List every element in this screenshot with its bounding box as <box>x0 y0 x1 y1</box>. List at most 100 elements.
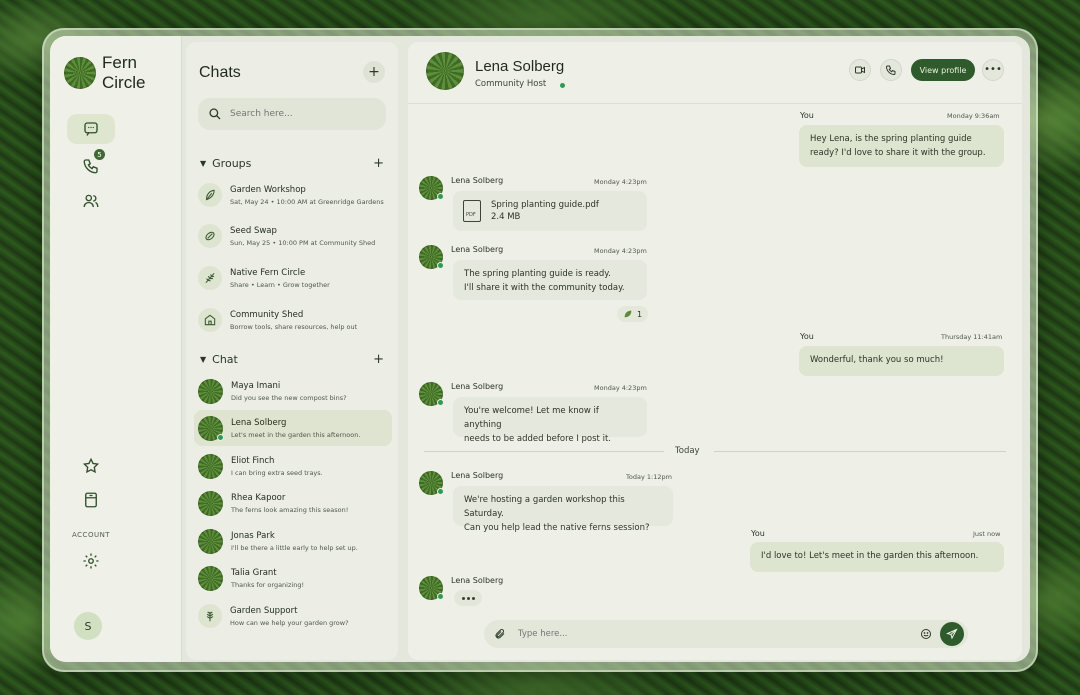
message-input[interactable] <box>518 629 898 639</box>
chat-item-jonas-park[interactable]: Jonas Park I'll be there a little early … <box>194 523 392 559</box>
message-time: Monday 4:23pm <box>594 178 647 186</box>
add-group-button[interactable]: + <box>373 156 384 171</box>
chat-item-talia-grant[interactable]: Talia Grant Thanks for organizing! <box>194 560 392 596</box>
message-time: Today 1:12pm <box>626 473 672 481</box>
leaf-icon <box>624 310 632 318</box>
chat-preview: How can we help your garden grow? <box>230 618 349 627</box>
file-size: 2.4 MB <box>491 212 521 222</box>
message-composer <box>484 620 968 648</box>
group-item-community-shed[interactable]: Community Shed Borrow tools, share resou… <box>194 302 392 338</box>
paperclip-icon[interactable] <box>494 628 506 640</box>
messages-nav-button[interactable] <box>67 114 115 144</box>
calls-nav-button[interactable]: 5 <box>67 149 115 181</box>
avatar <box>198 565 223 591</box>
group-item-native-fern-circle[interactable]: Native Fern Circle Share • Learn • Grow … <box>194 260 392 296</box>
voice-call-button[interactable] <box>880 59 902 81</box>
message-bubble-in: You're welcome! Let me know if anything … <box>453 397 647 444</box>
file-name: Spring planting guide.pdf <box>491 200 599 210</box>
video-call-button[interactable] <box>849 59 871 81</box>
file-attachment[interactable]: Spring planting guide.pdf 2.4 MB <box>453 191 647 231</box>
shed-icon <box>198 308 222 332</box>
online-indicator <box>560 83 565 88</box>
contact-role: Community Host <box>475 79 547 89</box>
message-bubble-out: Hey Lena, is the spring planting guide r… <box>799 125 1004 167</box>
app-window: Fern Circle 5 ACCOUNT S Chats + Search h… <box>50 36 1030 662</box>
message-bubble-in: We're hosting a garden workshop this Sat… <box>453 486 673 533</box>
reaction-count: 1 <box>637 309 643 319</box>
avatar <box>198 453 223 479</box>
archive-nav-button[interactable] <box>67 485 115 515</box>
chat-item-eliot-finch[interactable]: Eliot Finch I can bring extra seed trays… <box>194 448 392 484</box>
message-time: Monday 4:23pm <box>594 247 647 255</box>
chat-preview: I can bring extra seed trays. <box>231 468 323 477</box>
chat-name: Maya Imani <box>231 380 281 391</box>
group-subtitle: Sun, May 25 • 10:00 PM at Community Shed <box>230 238 376 247</box>
plus-icon: + <box>368 64 380 80</box>
message-time: Thursday 11:41am <box>941 333 1003 341</box>
message-bubble-in: The spring planting guide is ready. I'll… <box>453 260 647 300</box>
group-name: Seed Swap <box>230 225 277 236</box>
message-line: You're welcome! Let me know if anything <box>464 406 599 430</box>
reaction-chip[interactable]: 1 <box>617 306 649 322</box>
chat-section-header[interactable]: ▼ Chat + <box>200 352 384 367</box>
group-subtitle: Sat, May 24 • 10:00 AM at Greenridge Gar… <box>230 197 384 206</box>
send-icon <box>946 628 958 640</box>
sender-name: Lena Solberg <box>451 471 504 480</box>
new-chat-button[interactable]: + <box>363 61 385 83</box>
search-input[interactable] <box>230 109 370 119</box>
settings-nav-button[interactable] <box>67 546 115 576</box>
view-profile-button[interactable]: View profile <box>911 59 975 81</box>
avatar <box>198 415 224 441</box>
message-line: ready? I'd love to share it with the gro… <box>810 148 986 158</box>
contact-avatar <box>426 52 464 90</box>
avatar <box>198 490 223 516</box>
sprout-icon <box>198 266 222 290</box>
avatar <box>198 378 223 404</box>
sender-avatar <box>419 576 444 600</box>
fern-leaf-icon <box>198 604 222 628</box>
contacts-nav-button[interactable] <box>67 186 115 216</box>
favorites-nav-button[interactable] <box>67 451 115 481</box>
archive-icon <box>85 492 97 508</box>
day-separator: Today <box>424 446 1006 456</box>
caret-down-icon: ▼ <box>200 355 207 364</box>
group-item-seed-swap[interactable]: Seed Swap Sun, May 25 • 10:00 PM at Comm… <box>194 218 392 254</box>
message-line: Hey Lena, is the spring planting guide <box>810 134 972 144</box>
chat-name: Garden Support <box>230 605 298 616</box>
group-subtitle: Borrow tools, share resources, help out <box>230 322 358 331</box>
chat-item-rhea-kapoor[interactable]: Rhea Kapoor The ferns look amazing this … <box>194 485 392 521</box>
send-button[interactable] <box>940 622 964 646</box>
chat-name: Jonas Park <box>231 530 275 541</box>
conversation-header: Lena Solberg Community Host View profile… <box>408 42 1022 104</box>
online-indicator <box>217 433 224 441</box>
message-line: I'll share it with the community today. <box>464 283 625 293</box>
sender-avatar <box>419 382 444 406</box>
seed-icon <box>198 224 222 248</box>
message-line: The spring planting guide is ready. <box>464 269 611 279</box>
typing-indicator <box>454 590 482 606</box>
nav-rail: Fern Circle 5 ACCOUNT S <box>50 36 182 662</box>
sender-name: You <box>751 529 765 538</box>
group-item-garden-workshop[interactable]: Garden Workshop Sat, May 24 • 10:00 AM a… <box>194 177 392 213</box>
sender-name: You <box>800 111 814 120</box>
message-bubble-out: I'd love to! Let's meet in the garden th… <box>750 542 1004 572</box>
sender-name: Lena Solberg <box>451 245 504 254</box>
chat-item-maya-imani[interactable]: Maya Imani Did you see the new compost b… <box>194 373 392 409</box>
gear-icon <box>83 553 99 569</box>
chat-item-lena-solberg[interactable]: Lena Solberg Let's meet in the garden th… <box>194 410 392 446</box>
sender-name: Lena Solberg <box>451 576 504 585</box>
pdf-file-icon <box>463 200 481 222</box>
message-line: I'd love to! Let's meet in the garden th… <box>761 551 979 561</box>
more-options-button[interactable]: ••• <box>982 59 1004 81</box>
search-box[interactable] <box>198 98 386 130</box>
sender-name: Lena Solberg <box>451 382 504 391</box>
message-line: We're hosting a garden workshop this Sat… <box>464 495 625 519</box>
groups-section-header[interactable]: ▼ Groups + <box>200 156 384 171</box>
phone-icon <box>885 65 896 76</box>
add-chat-button[interactable]: + <box>373 352 384 367</box>
sender-name: Lena Solberg <box>451 176 504 185</box>
calls-badge: 5 <box>94 149 105 160</box>
chat-item-garden-support[interactable]: Garden Support How can we help your gard… <box>194 598 392 634</box>
user-avatar-button[interactable]: S <box>74 612 102 640</box>
emoji-icon[interactable] <box>920 628 932 640</box>
